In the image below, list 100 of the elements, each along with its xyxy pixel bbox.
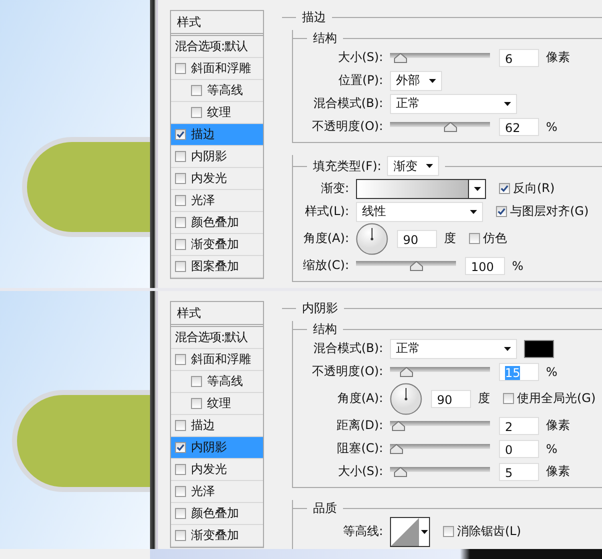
field-label: 混合模式(B): (312, 340, 383, 357)
style-list-item[interactable]: 渐变叠加 (171, 525, 263, 547)
checkbox[interactable] (191, 376, 202, 387)
dropdown[interactable]: 外部 (390, 70, 442, 90)
contour-picker[interactable] (390, 516, 430, 546)
style-list-item[interactable]: 图案叠加 (171, 256, 263, 278)
checkbox[interactable] (175, 486, 186, 497)
slider-thumb[interactable] (394, 52, 408, 62)
text-field[interactable]: 62 (499, 118, 539, 136)
style-list-item[interactable]: 斜面和浮雕 (171, 58, 263, 80)
checkbox-label: 使用全局光(G) (517, 390, 596, 407)
style-list-item[interactable]: 等高线 (171, 371, 263, 393)
checkbox[interactable] (175, 508, 186, 519)
slider-thumb[interactable] (400, 366, 414, 376)
style-list-item[interactable]: 颜色叠加 (171, 212, 263, 234)
checkbox[interactable] (499, 183, 510, 194)
slider-thumb[interactable] (394, 466, 408, 476)
caret-icon (470, 210, 477, 214)
caret-icon (429, 78, 436, 82)
group-title: 结构 (313, 320, 337, 338)
style-list-item[interactable]: 颜色叠加 (171, 503, 263, 525)
style-list-item[interactable]: 光泽 (171, 190, 263, 212)
checkbox[interactable] (175, 420, 186, 431)
field-label: 缩放(C): (302, 257, 349, 274)
angle-dial[interactable] (390, 382, 422, 414)
unit-label: 像素 (546, 417, 570, 434)
field-label: 等高线: (342, 523, 383, 540)
checkbox[interactable] (443, 526, 454, 537)
text-field[interactable]: 6 (499, 48, 539, 66)
checkbox[interactable] (175, 195, 186, 206)
unit-label: % (546, 120, 558, 134)
list-header: 样式 (171, 302, 263, 327)
unit-label: 度 (444, 230, 456, 247)
checkbox[interactable] (175, 63, 186, 74)
list-header: 样式 (171, 11, 263, 36)
checkbox[interactable] (191, 398, 202, 409)
checkbox[interactable] (191, 107, 202, 118)
text-field[interactable]: 5 (499, 462, 539, 480)
field-label: 不透明度(O): (311, 118, 383, 135)
group-title: 结构 (313, 30, 337, 46)
slider-thumb[interactable] (444, 122, 457, 132)
checkbox[interactable] (175, 464, 186, 475)
style-list-item[interactable]: 纹理 (171, 393, 263, 415)
checkbox[interactable] (496, 206, 507, 217)
checkbox[interactable] (175, 442, 186, 453)
checkbox[interactable] (175, 530, 186, 541)
text-field[interactable]: 2 (499, 416, 539, 434)
style-list-item[interactable]: 内发光 (171, 168, 263, 190)
field-label: 位置(P): (337, 72, 383, 89)
checkbox[interactable] (175, 129, 186, 140)
style-list-item[interactable]: 内阴影 (171, 437, 263, 459)
color-swatch[interactable] (524, 340, 554, 358)
checkbox[interactable] (175, 354, 186, 365)
dropdown[interactable]: 正常 (390, 94, 517, 114)
text-selection: 5 (505, 466, 513, 480)
text-field[interactable]: 90 (431, 390, 471, 408)
field-label: 距离(D): (335, 417, 383, 434)
caret-icon (504, 346, 511, 350)
group-title: 品质 (313, 500, 337, 516)
checkbox[interactable] (175, 173, 186, 184)
text-field[interactable]: 90 (397, 230, 437, 248)
angle-dial[interactable] (356, 222, 388, 254)
style-list-item[interactable]: 内阴影 (171, 146, 263, 168)
style-list-item[interactable]: 渐变叠加 (171, 234, 263, 256)
gradient-picker[interactable] (356, 178, 486, 198)
checkbox[interactable] (175, 151, 186, 162)
checkbox-label: 仿色 (483, 230, 507, 247)
text-selection: 100 (471, 260, 494, 274)
checkbox[interactable] (175, 261, 186, 272)
style-list-item[interactable]: 光泽 (171, 481, 263, 503)
style-list-item[interactable]: 混合选项:默认 (171, 327, 263, 349)
slider-thumb[interactable] (392, 420, 405, 430)
caret-icon (504, 102, 511, 106)
slider-thumb[interactable] (390, 444, 403, 454)
slider-thumb[interactable] (410, 260, 423, 270)
style-list-item[interactable]: 混合选项:默认 (171, 36, 263, 58)
checkbox-label: 消除锯齿(L) (457, 523, 522, 540)
caret-icon (420, 530, 428, 534)
style-list-item[interactable]: 描边 (171, 124, 263, 146)
unit-label: % (546, 364, 558, 378)
field-label: 大小(S): (336, 463, 383, 480)
text-field[interactable]: 100 (465, 256, 505, 274)
text-field[interactable]: 0 (499, 440, 539, 458)
style-list-item[interactable]: 斜面和浮雕 (171, 349, 263, 371)
text-selection: 0 (505, 442, 513, 456)
field-label: 样式(L): (304, 203, 349, 220)
checkbox[interactable] (503, 393, 514, 404)
checkbox[interactable] (175, 217, 186, 228)
caret-icon (474, 186, 480, 190)
field-label: 渐变: (320, 180, 349, 197)
dropdown[interactable]: 线性 (356, 202, 483, 222)
dropdown[interactable]: 正常 (390, 338, 517, 358)
style-list-item[interactable]: 内发光 (171, 459, 263, 481)
checkbox[interactable] (191, 85, 202, 96)
caret-icon (426, 164, 434, 168)
checkbox[interactable] (175, 239, 186, 250)
dropdown[interactable]: 渐变 (387, 156, 440, 176)
style-list-item[interactable]: 等高线 (171, 80, 263, 102)
checkbox[interactable] (469, 233, 480, 244)
field-label: 角度(A): (302, 230, 349, 247)
